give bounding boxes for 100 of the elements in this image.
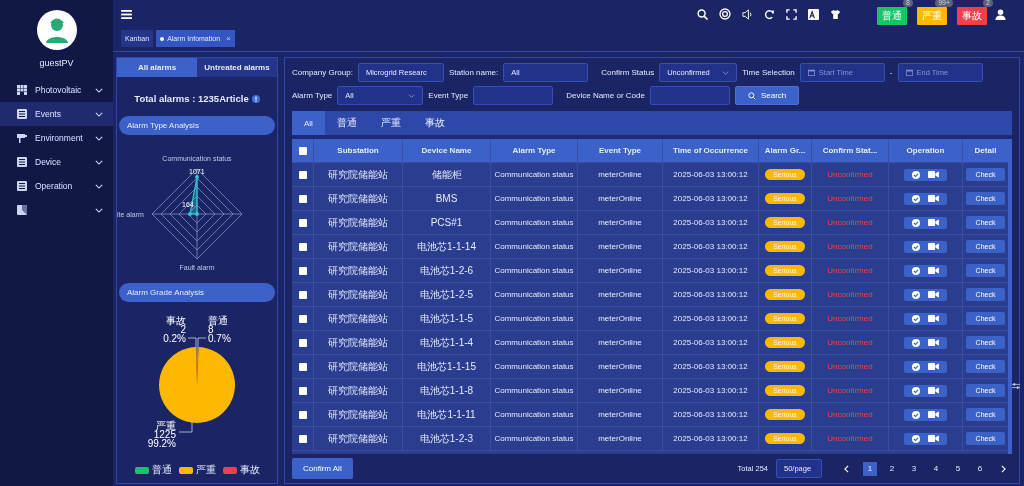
- operation-button-group[interactable]: [904, 216, 947, 229]
- check-circle-icon[interactable]: [912, 266, 920, 275]
- translate-icon[interactable]: [808, 8, 819, 20]
- operation-button-group[interactable]: [904, 312, 947, 325]
- check-circle-icon[interactable]: [912, 170, 920, 179]
- operation-button-group[interactable]: [904, 192, 947, 205]
- menu-icon[interactable]: [121, 9, 132, 19]
- menu-item[interactable]: Environment: [0, 126, 113, 150]
- check-circle-icon[interactable]: [912, 290, 920, 299]
- check-circle-icon[interactable]: [912, 362, 920, 371]
- checkbox[interactable]: [298, 434, 307, 443]
- video-camera-icon[interactable]: [928, 219, 939, 226]
- next-page-icon[interactable]: [1001, 464, 1006, 473]
- checkbox[interactable]: [298, 194, 307, 203]
- search-icon[interactable]: [697, 8, 708, 20]
- checkbox[interactable]: [298, 170, 307, 179]
- operation-button-group[interactable]: [904, 336, 947, 349]
- menu-item[interactable]: Device: [0, 150, 113, 174]
- page-button[interactable]: 2: [885, 461, 899, 476]
- table-cell: BMS: [403, 187, 491, 210]
- video-camera-icon[interactable]: [928, 267, 939, 274]
- video-camera-icon[interactable]: [928, 171, 939, 178]
- alarm-level-button[interactable]: 事故: [957, 7, 987, 25]
- table-cell: meterOnline: [578, 163, 663, 186]
- fullscreen-icon[interactable]: [786, 8, 797, 20]
- grade-tab[interactable]: 严重: [368, 111, 413, 135]
- check-circle-icon[interactable]: [912, 386, 920, 395]
- table-cell: 研究院储能站: [314, 211, 403, 234]
- check-circle-icon[interactable]: [912, 242, 920, 251]
- search-button[interactable]: Search: [734, 86, 800, 105]
- sliders-icon[interactable]: [1012, 382, 1020, 390]
- operation-button-group[interactable]: [904, 168, 947, 181]
- operation-button-group[interactable]: [904, 384, 947, 397]
- operation-button-group[interactable]: [904, 432, 947, 445]
- speaker-icon[interactable]: [742, 8, 753, 20]
- operation-button-group[interactable]: [904, 408, 947, 421]
- table-cell: 电池芯1-2-6: [403, 259, 491, 282]
- check-circle-icon[interactable]: [912, 218, 920, 227]
- table-cell: Communication status: [491, 259, 578, 282]
- checkbox[interactable]: [298, 146, 307, 155]
- video-camera-icon[interactable]: [928, 411, 939, 418]
- table-cell: Unconfirmed: [812, 307, 889, 330]
- video-camera-icon[interactable]: [928, 435, 939, 442]
- lifebuoy-icon[interactable]: [719, 8, 731, 20]
- confirm-all-button[interactable]: Confirm All: [292, 458, 353, 479]
- check-circle-icon[interactable]: [912, 338, 920, 347]
- checkbox[interactable]: [298, 314, 307, 323]
- alarm-filter-tab[interactable]: Untreated alarms: [197, 58, 277, 77]
- grade-tab[interactable]: All: [292, 111, 325, 135]
- checkbox[interactable]: [298, 218, 307, 227]
- video-camera-icon[interactable]: [928, 291, 939, 298]
- refresh-icon[interactable]: [764, 8, 775, 20]
- table-cell: 2025-06-03 13:00:12: [663, 379, 759, 402]
- checkbox[interactable]: [298, 266, 307, 275]
- user-icon[interactable]: [995, 8, 1006, 20]
- check-circle-icon[interactable]: [912, 434, 920, 443]
- check-circle-icon[interactable]: [912, 314, 920, 323]
- page-button[interactable]: 6: [973, 461, 987, 476]
- page-button[interactable]: 5: [951, 461, 965, 476]
- checkbox[interactable]: [298, 242, 307, 251]
- device-field[interactable]: [649, 86, 730, 105]
- page-button[interactable]: 4: [929, 461, 943, 476]
- alarm-filter-tab[interactable]: All alarms: [117, 58, 197, 77]
- shirt-icon[interactable]: [830, 8, 841, 20]
- checkbox[interactable]: [298, 410, 307, 419]
- checkbox[interactable]: [298, 290, 307, 299]
- operation-button-group[interactable]: [904, 240, 947, 253]
- operation-button-group[interactable]: [904, 360, 947, 373]
- search-icon: [747, 91, 756, 100]
- table-cell: 电池芯1-1-15: [403, 355, 491, 378]
- column-header: Operation: [889, 139, 963, 162]
- video-camera-icon[interactable]: [928, 243, 939, 250]
- grade-tab[interactable]: 普通: [324, 111, 369, 135]
- close-icon[interactable]: ×: [226, 34, 231, 43]
- checkbox[interactable]: [298, 338, 307, 347]
- page-button[interactable]: 3: [907, 461, 921, 476]
- video-camera-icon[interactable]: [928, 315, 939, 322]
- event-type-field[interactable]: [473, 86, 554, 105]
- check-circle-icon[interactable]: [912, 194, 920, 203]
- leader-line: [197, 337, 207, 348]
- video-camera-icon[interactable]: [928, 195, 939, 202]
- menu-item[interactable]: Photovoltaic: [0, 78, 113, 102]
- video-camera-icon[interactable]: [928, 363, 939, 370]
- page-button[interactable]: 1: [863, 461, 877, 476]
- column-header: Alarm Type: [491, 139, 578, 162]
- chevron-icon: [722, 70, 730, 75]
- video-camera-icon[interactable]: [928, 387, 939, 394]
- menu-item[interactable]: Events: [0, 102, 113, 126]
- check-circle-icon[interactable]: [912, 410, 920, 419]
- table-cell: 2025-06-03 13:00:12: [663, 403, 759, 426]
- checkbox[interactable]: [298, 362, 307, 371]
- video-camera-icon[interactable]: [928, 339, 939, 346]
- operation-button-group[interactable]: [904, 288, 947, 301]
- table-cell: 研究院储能站: [314, 379, 403, 402]
- checkbox[interactable]: [298, 386, 307, 395]
- grade-tab[interactable]: 事故: [412, 111, 457, 135]
- previous-page-icon[interactable]: [844, 464, 849, 473]
- info-icon[interactable]: [251, 94, 260, 103]
- operation-button-group[interactable]: [904, 264, 947, 277]
- menu-item[interactable]: Operation: [0, 174, 113, 198]
